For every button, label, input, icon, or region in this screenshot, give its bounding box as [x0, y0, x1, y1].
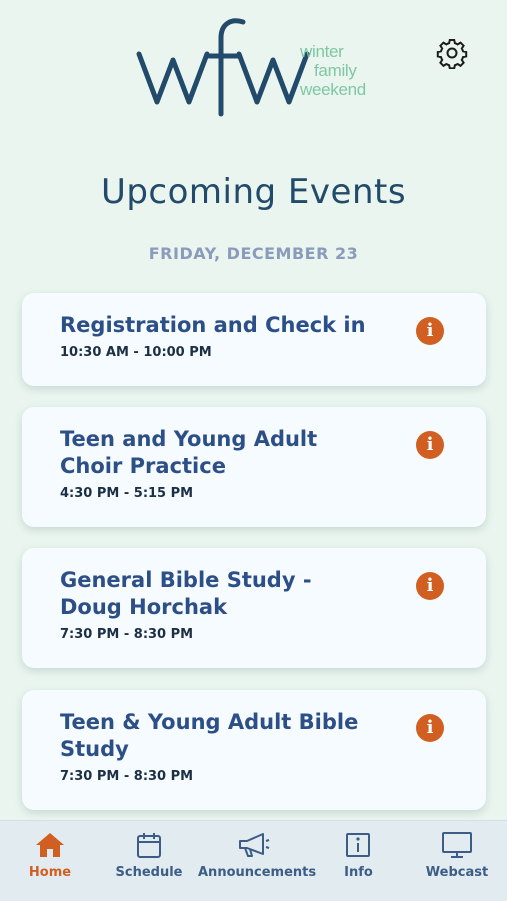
tab-schedule[interactable]: Schedule — [100, 821, 198, 901]
tab-announcements[interactable]: Announcements — [198, 821, 317, 901]
tab-label: Webcast — [425, 865, 489, 880]
logo-tagline-line: weekend — [300, 80, 366, 99]
info-icon[interactable]: i — [416, 431, 444, 459]
app-header: winter family weekend — [0, 0, 507, 140]
info-icon[interactable]: i — [416, 572, 444, 600]
event-card[interactable]: Teen & Young Adult Bible Study 7:30 PM -… — [22, 690, 486, 810]
megaphone-icon — [239, 833, 270, 857]
event-title: Teen & Young Adult Bible Study — [60, 710, 359, 761]
gear-icon[interactable] — [436, 37, 468, 69]
logo-tagline-line: winter — [300, 42, 344, 61]
home-icon — [36, 833, 64, 857]
info-icon — [346, 833, 370, 857]
event-title: Teen and Young Adult Choir Practice — [60, 427, 318, 478]
tab-home[interactable]: Home — [0, 821, 100, 901]
calendar-icon — [137, 833, 161, 858]
event-card[interactable]: Registration and Check in 10:30 AM - 10:… — [22, 293, 486, 386]
info-icon[interactable]: i — [416, 714, 444, 742]
info-icon[interactable]: i — [416, 317, 444, 345]
bottom-tab-bar: Home Schedule Announcements Info Webcast — [0, 820, 507, 901]
page-title: Upcoming Events — [100, 172, 407, 212]
logo-tagline: winter family weekend — [300, 42, 380, 99]
event-title: General Bible Study - Doug Horchak — [60, 568, 312, 619]
date-heading: FRIDAY, DECEMBER 23 — [148, 244, 359, 263]
event-card[interactable]: General Bible Study - Doug Horchak 7:30 … — [22, 548, 486, 668]
tab-label: Info — [344, 865, 373, 880]
event-card[interactable]: Teen and Young Adult Choir Practice 4:30… — [22, 407, 486, 527]
monitor-icon — [442, 832, 472, 858]
event-time: 10:30 AM - 10:00 PM — [60, 345, 212, 360]
tab-webcast[interactable]: Webcast — [407, 821, 507, 901]
event-time: 4:30 PM - 5:15 PM — [60, 486, 194, 501]
event-time: 7:30 PM - 8:30 PM — [60, 769, 194, 784]
logo-tagline-line: family — [314, 61, 357, 80]
tab-info[interactable]: Info — [310, 821, 407, 901]
event-time: 7:30 PM - 8:30 PM — [60, 627, 194, 642]
tab-label: Announcements — [198, 865, 317, 880]
event-title: Registration and Check in — [60, 313, 366, 337]
tab-label: Home — [28, 865, 72, 880]
tab-label: Schedule — [115, 865, 183, 880]
